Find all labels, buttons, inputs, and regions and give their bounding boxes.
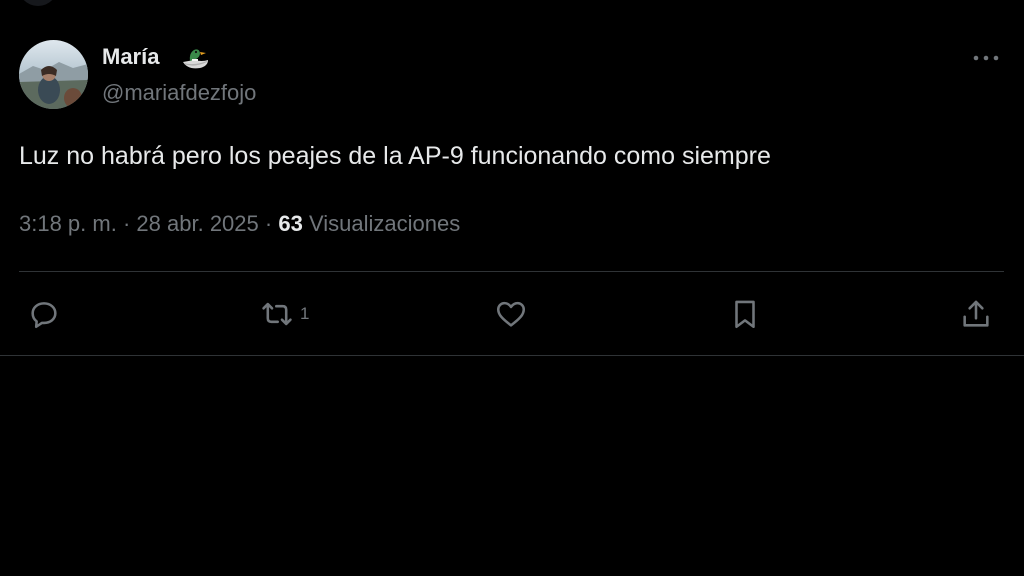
bookmark-icon <box>735 300 755 329</box>
meta-separator: · <box>264 211 273 236</box>
heart-icon <box>496 301 526 327</box>
action-bar: 1 <box>0 290 1024 338</box>
tweet-bottom-border <box>0 355 1024 356</box>
tweet-metadata: 3:18 p. m. · 28 abr. 2025 · 63 Visualiza… <box>19 209 460 239</box>
retweet-button[interactable]: 1 <box>258 290 309 338</box>
reply-icon <box>31 302 57 329</box>
more-dots-icon <box>973 55 999 61</box>
tweet-time[interactable]: 3:18 p. m. <box>19 211 117 236</box>
author-name[interactable]: María <box>102 43 159 71</box>
bookmark-button[interactable] <box>727 290 767 338</box>
retweet-count: 1 <box>300 304 310 323</box>
tweet-detail: María @mariafdezfojo Luz no habrá pero l… <box>0 0 1024 356</box>
meta-separator: · <box>122 211 131 236</box>
retweet-icon <box>262 302 292 326</box>
like-button[interactable] <box>493 290 533 338</box>
more-options-button[interactable] <box>966 44 1006 72</box>
divider <box>19 271 1004 272</box>
share-button[interactable] <box>958 290 998 338</box>
reply-button[interactable] <box>26 290 66 338</box>
share-icon <box>963 300 989 327</box>
tweet-date[interactable]: 28 abr. 2025 <box>136 211 258 236</box>
avatar[interactable] <box>19 40 88 109</box>
duck-emoji-icon <box>180 44 212 72</box>
views-count[interactable]: 63 <box>278 211 302 236</box>
views-label[interactable]: Visualizaciones <box>309 211 460 236</box>
tweet-text: Luz no habrá pero los peajes de la AP-9 … <box>19 142 771 170</box>
author-handle[interactable]: @mariafdezfojo <box>102 79 256 107</box>
